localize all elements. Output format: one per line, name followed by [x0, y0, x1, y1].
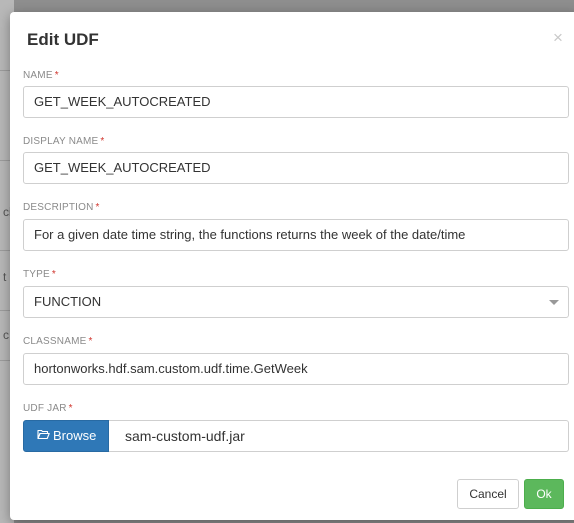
required-marker: * [100, 136, 105, 147]
required-marker: * [88, 336, 93, 347]
browse-button[interactable]: Browse [23, 420, 109, 452]
selected-file-name[interactable]: sam-custom-udf.jar [109, 420, 569, 452]
background-text: c [3, 328, 9, 342]
cancel-button[interactable]: Cancel [457, 479, 519, 509]
required-marker: * [95, 202, 100, 213]
description-field[interactable]: For a given date time string, the functi… [23, 219, 569, 251]
display-name-label: DISPLAY NAME * [23, 136, 104, 147]
type-label-text: TYPE [23, 269, 50, 280]
udf-jar-label: UDF JAR * [23, 403, 73, 414]
required-marker: * [68, 403, 73, 414]
display-name-label-text: DISPLAY NAME [23, 136, 99, 147]
name-label-text: NAME [23, 70, 53, 81]
type-select[interactable]: FUNCTION [23, 286, 569, 318]
edit-udf-modal: Edit UDF × NAME * GET_WEEK_AUTOCREATED DI… [10, 12, 574, 520]
required-marker: * [51, 269, 57, 280]
name-label: NAME * [23, 70, 59, 81]
description-label-text: DESCRIPTION [23, 202, 94, 213]
close-icon[interactable]: × [553, 28, 563, 48]
folder-open-icon [37, 421, 50, 451]
browse-label: Browse [53, 428, 97, 443]
chevron-down-icon[interactable] [549, 300, 559, 305]
display-name-field[interactable]: GET_WEEK_AUTOCREATED [23, 152, 569, 184]
udf-jar-file-input: Browse sam-custom-udf.jar [23, 420, 569, 452]
classname-label-text: CLASSNAME [23, 336, 87, 347]
type-label: TYPE * [23, 269, 56, 280]
ok-button[interactable]: Ok [524, 479, 564, 509]
udf-jar-label-text: UDF JAR [23, 403, 67, 414]
classname-label: CLASSNAME * [23, 336, 93, 347]
type-select-value: FUNCTION [34, 294, 102, 309]
description-label: DESCRIPTION * [23, 202, 100, 213]
modal-title: Edit UDF [27, 30, 99, 49]
required-marker: * [54, 70, 59, 81]
name-field[interactable]: GET_WEEK_AUTOCREATED [23, 86, 569, 118]
background-text: t [3, 270, 7, 284]
classname-field[interactable]: hortonworks.hdf.sam.custom.udf.time.GetW… [23, 353, 569, 385]
